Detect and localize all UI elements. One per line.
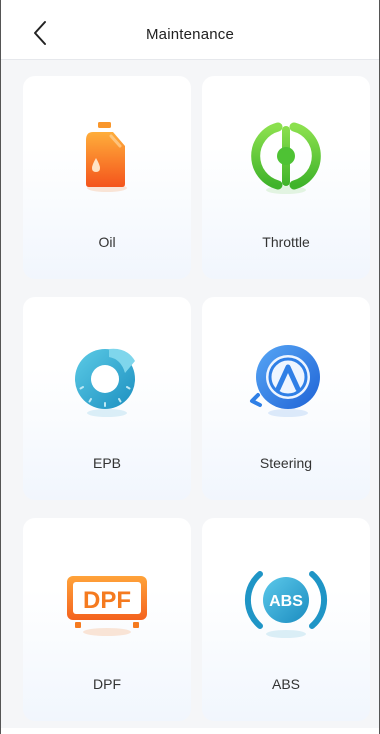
app-screen: Maintenance Oil Throttle EPB Steering DP…	[0, 0, 380, 734]
menu-item-label: Throttle	[262, 234, 310, 250]
throttle-icon	[242, 112, 330, 200]
oil-can-icon	[63, 112, 151, 200]
header-bar: Maintenance	[1, 0, 379, 60]
menu-item-label: ABS	[271, 676, 300, 692]
menu-item-label: DPF	[93, 676, 121, 692]
page-title: Maintenance	[145, 26, 235, 43]
menu-item-label: Steering	[259, 455, 313, 471]
dpf-icon: DPF	[63, 554, 151, 642]
menu-item-dpf[interactable]: DPF DPF	[23, 518, 191, 721]
menu-item-label: Oil	[98, 234, 116, 250]
dpf-icon-text: DPF	[83, 587, 131, 614]
brake-disc-icon	[63, 333, 151, 421]
menu-item-epb[interactable]: EPB	[23, 297, 191, 500]
menu-item-throttle[interactable]: Throttle	[202, 76, 370, 279]
abs-icon: ABS	[242, 554, 330, 642]
bottom-edge	[1, 728, 379, 734]
menu-item-steering[interactable]: Steering	[202, 297, 370, 500]
abs-icon-text: ABS	[269, 593, 303, 610]
menu-item-label: EPB	[92, 455, 121, 471]
menu-grid: Oil Throttle EPB Steering DPF DPF ABS AB…	[1, 60, 379, 734]
menu-item-abs[interactable]: ABS ABS	[202, 518, 370, 721]
menu-item-oil[interactable]: Oil	[23, 76, 191, 279]
steering-icon	[242, 333, 330, 421]
